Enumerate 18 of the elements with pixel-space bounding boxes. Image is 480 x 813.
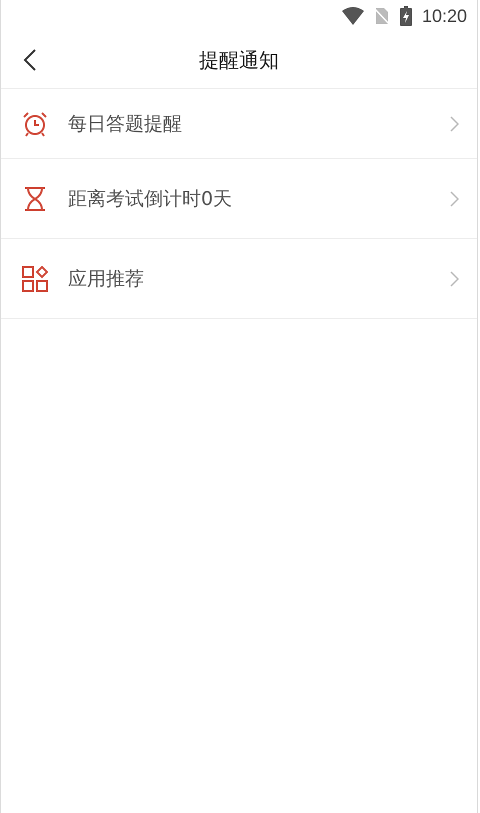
wifi-icon: [342, 7, 364, 25]
row-label: 应用推荐: [68, 266, 145, 292]
settings-row[interactable]: 每日答题提醒: [1, 89, 477, 159]
chevron-right-icon: [450, 116, 459, 132]
back-icon[interactable]: [23, 48, 37, 72]
no-sim-icon: [374, 7, 390, 25]
hourglass-icon: [22, 186, 48, 212]
alarm-clock-icon: [22, 110, 48, 136]
settings-row[interactable]: 应用推荐: [1, 239, 477, 319]
settings-row[interactable]: 距离考试倒计时0天: [1, 159, 477, 239]
status-time: 10:20: [422, 6, 467, 26]
row-label: 每日答题提醒: [68, 112, 183, 136]
apps-grid-icon: [22, 266, 48, 292]
chevron-right-icon: [450, 190, 459, 206]
row-label: 距离考试倒计时0天: [68, 186, 234, 212]
chevron-right-icon: [450, 270, 459, 286]
page-title: 提醒通知: [199, 46, 279, 74]
battery-charging-icon: [400, 6, 412, 26]
